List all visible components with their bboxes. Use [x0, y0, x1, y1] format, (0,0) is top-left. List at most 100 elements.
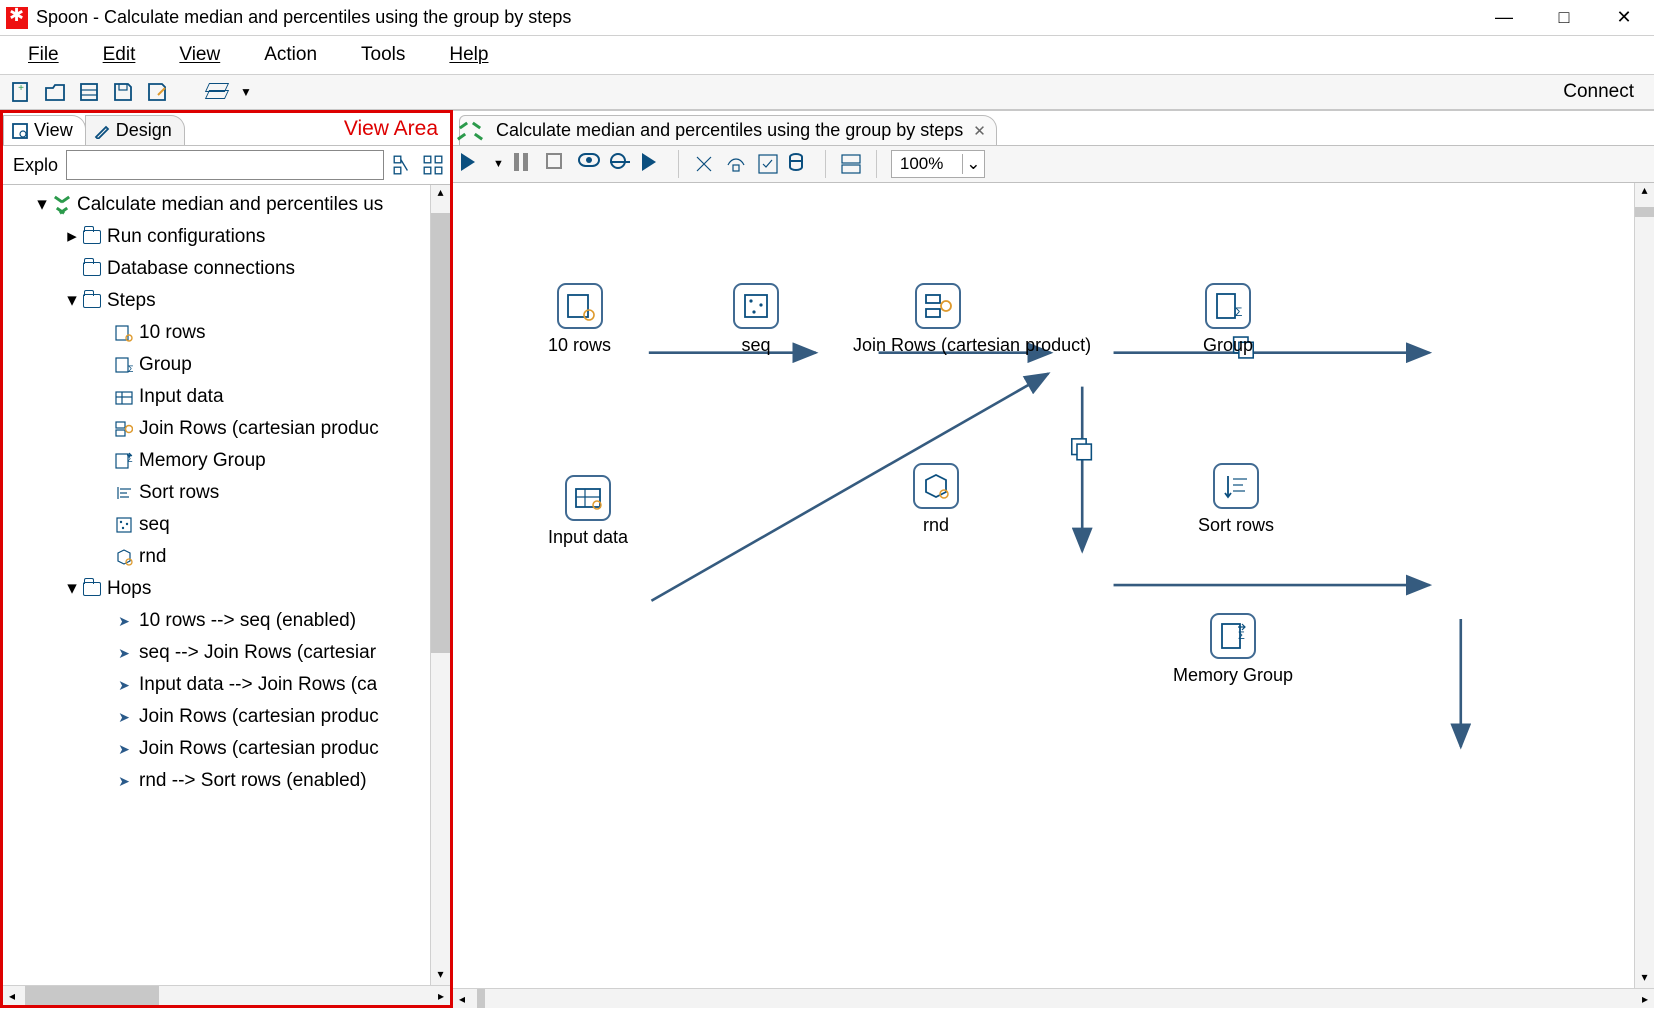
collapse-all-icon[interactable] — [422, 154, 444, 176]
tree-hop-item[interactable]: 10 rows --> seq (enabled) — [3, 605, 450, 637]
tree-vertical-scrollbar[interactable]: ▴▾ — [430, 185, 450, 985]
step-group[interactable]: Σ Group — [1203, 283, 1253, 356]
svg-text:+: + — [18, 83, 24, 94]
filter-input[interactable] — [66, 150, 384, 180]
zoom-value: 100% — [892, 154, 962, 174]
tab-design-label: Design — [116, 120, 172, 141]
stop-icon[interactable] — [546, 153, 568, 175]
show-results-icon[interactable] — [840, 153, 862, 175]
canvas-toolbar: ▼ 100% ⌄ — [453, 145, 1654, 183]
chevron-down-icon[interactable]: ⌄ — [962, 154, 984, 174]
folder-icon — [81, 582, 103, 596]
tree-run-configs[interactable]: Run configurations — [3, 221, 450, 253]
close-tab-icon[interactable]: ✕ — [973, 122, 986, 140]
tree-db-connections[interactable]: Database connections — [3, 253, 450, 285]
save-as-icon[interactable] — [146, 81, 168, 103]
step-sort-rows[interactable]: Sort rows — [1198, 463, 1274, 536]
tree-step-item[interactable]: seq — [3, 509, 450, 541]
view-tab-icon — [12, 123, 28, 139]
canvas[interactable] — [453, 183, 1654, 1008]
tree-horizontal-scrollbar[interactable]: ◂▸ — [3, 985, 450, 1005]
debug-icon[interactable] — [610, 153, 632, 175]
expand-all-icon[interactable] — [392, 154, 414, 176]
step-10-rows[interactable]: 10 rows — [548, 283, 611, 356]
hop-icon — [113, 741, 135, 758]
canvas-horizontal-scrollbar[interactable]: ◂▸ — [453, 988, 1654, 1008]
tree-root[interactable]: Calculate median and percentiles us — [3, 189, 450, 221]
maximize-button[interactable]: □ — [1534, 0, 1594, 36]
step-icon — [113, 324, 135, 342]
tab-design[interactable]: Design — [85, 115, 185, 145]
transformation-icon — [470, 121, 490, 141]
tree-hop-item[interactable]: Join Rows (cartesian produc — [3, 733, 450, 765]
run-caret-icon[interactable]: ▼ — [493, 158, 504, 170]
step-icon — [113, 516, 135, 534]
tree-steps-folder[interactable]: Steps — [3, 285, 450, 317]
editor-tab[interactable]: Calculate median and percentiles using t… — [459, 115, 997, 145]
folder-icon — [81, 294, 103, 308]
hop-icon — [113, 677, 135, 694]
menu-help[interactable]: Help — [429, 42, 508, 68]
menu-file[interactable]: File — [8, 42, 79, 68]
tree-hop-item[interactable]: seq --> Join Rows (cartesiar — [3, 637, 450, 669]
menu-action[interactable]: Action — [244, 42, 337, 68]
new-file-icon[interactable]: + — [10, 81, 32, 103]
view-area-annotation: View Area — [344, 117, 438, 141]
menubar: File Edit View Action Tools Help — [0, 36, 1654, 74]
menu-view[interactable]: View — [159, 42, 240, 68]
hop-icon — [113, 773, 135, 790]
zoom-select[interactable]: 100% ⌄ — [891, 150, 985, 178]
database-explorer-icon[interactable] — [789, 153, 811, 175]
folder-icon — [81, 262, 103, 276]
app-icon — [6, 7, 28, 29]
close-button[interactable]: ✕ — [1594, 0, 1654, 36]
connect-button[interactable]: Connect — [1553, 79, 1644, 105]
menu-tools[interactable]: Tools — [341, 42, 425, 68]
svg-text:Σ: Σ — [1238, 630, 1245, 642]
transformation-icon — [51, 195, 73, 215]
editor-tab-label: Calculate median and percentiles using t… — [496, 120, 963, 141]
svg-text:Σ: Σ — [128, 364, 133, 374]
step-icon — [113, 548, 135, 566]
run-icon[interactable] — [461, 153, 483, 175]
preview-icon[interactable] — [578, 153, 600, 175]
step-input-data[interactable]: Input data — [548, 475, 628, 548]
tab-view[interactable]: View — [3, 115, 86, 145]
tree[interactable]: Calculate median and percentiles us Run … — [3, 185, 450, 985]
tree-hop-item[interactable]: rnd --> Sort rows (enabled) — [3, 765, 450, 797]
tree-hops-folder[interactable]: Hops — [3, 573, 450, 605]
hop-icon — [113, 613, 135, 630]
step-rnd[interactable]: rnd — [913, 463, 959, 536]
tree-step-item[interactable]: Sort rows — [3, 477, 450, 509]
step-icon: Σ — [113, 452, 135, 470]
svg-text:Σ: Σ — [1235, 305, 1242, 319]
step-join-rows[interactable]: Join Rows (cartesian product) — [853, 283, 1023, 356]
tree-step-item[interactable]: ΣGroup — [3, 349, 450, 381]
check-icon[interactable] — [757, 153, 779, 175]
tree-step-item[interactable]: 10 rows — [3, 317, 450, 349]
step-seq[interactable]: seq — [733, 283, 779, 356]
step-icon — [113, 420, 135, 438]
left-panel: View Area View Design Explo — [0, 110, 453, 1008]
pause-icon[interactable] — [514, 153, 536, 175]
open-icon[interactable] — [44, 81, 66, 103]
menu-edit[interactable]: Edit — [83, 42, 156, 68]
design-tab-icon — [94, 123, 110, 139]
minimize-button[interactable]: ― — [1474, 0, 1534, 36]
tree-step-item[interactable]: Input data — [3, 381, 450, 413]
tree-step-item[interactable]: ΣMemory Group — [3, 445, 450, 477]
tree-step-item[interactable]: rnd — [3, 541, 450, 573]
editor-tabs: Calculate median and percentiles using t… — [453, 111, 1654, 145]
sql-icon[interactable] — [693, 153, 715, 175]
tree-hop-item[interactable]: Join Rows (cartesian produc — [3, 701, 450, 733]
replay-icon[interactable] — [642, 153, 664, 175]
step-memory-group[interactable]: Σ Memory Group — [1173, 613, 1293, 686]
save-icon[interactable] — [112, 81, 134, 103]
perspective-icon[interactable] — [206, 81, 228, 103]
tree-step-item[interactable]: Join Rows (cartesian produc — [3, 413, 450, 445]
impact-icon[interactable] — [725, 153, 747, 175]
perspective-caret-icon[interactable]: ▼ — [240, 85, 252, 99]
canvas-vertical-scrollbar[interactable]: ▴▾ — [1634, 183, 1654, 988]
tree-hop-item[interactable]: Input data --> Join Rows (ca — [3, 669, 450, 701]
explore-repo-icon[interactable] — [78, 81, 100, 103]
